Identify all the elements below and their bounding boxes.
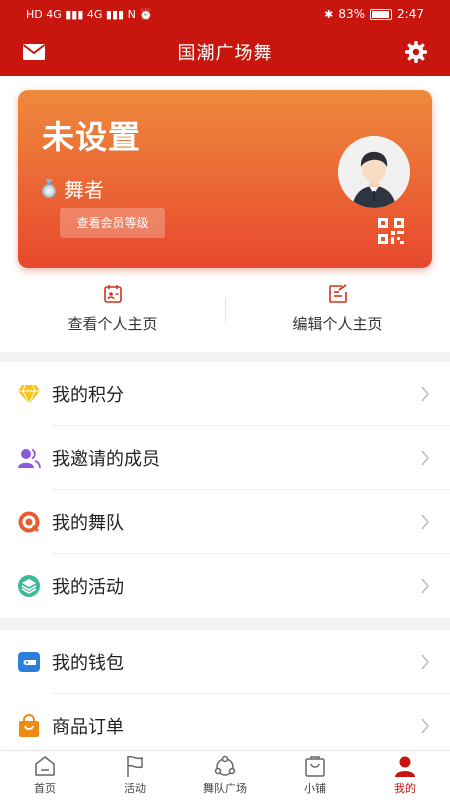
tab-home[interactable]: 首页 [0,751,90,800]
edit-profile-label: 编辑个人主页 [292,315,383,333]
home-icon [35,756,55,776]
menu-item-activities[interactable]: 我的活动 [0,554,450,618]
tab-activities[interactable]: 活动 [90,751,180,800]
profile-card[interactable]: 未设置 舞者 查看会员等级 [18,90,432,268]
tab-label-mine: 我的 [394,782,416,795]
menu-label-team: 我的舞队 [52,513,124,534]
mail-icon[interactable] [22,43,46,61]
menu-item-team[interactable]: 我的舞队 [0,490,450,554]
edit-profile-button[interactable]: 编辑个人主页 [225,270,450,350]
app-header: 国潮广场舞 [0,28,450,76]
quick-actions: 查看个人主页 编辑个人主页 [0,270,450,350]
menu-label-activities: 我的活动 [52,577,124,598]
clock: 2:47 [397,7,424,21]
profile-panel: 未设置 舞者 查看会员等级 查看个人主页 编辑个人主页 [0,76,450,352]
avatar-icon [338,136,410,208]
square-icon [214,755,236,776]
menu-label-wallet: 我的钱包 [52,653,124,674]
tab-label-team-square: 舞队广场 [203,782,247,795]
user-icon [395,756,415,777]
battery-percent: 83% [338,7,366,21]
wallet-icon [18,652,40,672]
menu-item-wallet[interactable]: 我的钱包 [0,630,450,694]
menu-item-orders[interactable]: 商品订单 [0,694,450,758]
edit-icon [328,284,347,303]
diamond-icon [18,384,40,406]
qr-code-icon[interactable] [378,218,404,244]
tab-mine[interactable]: 我的 [360,751,450,800]
menu-item-points[interactable]: 我的积分 [0,362,450,426]
menu-label-invited-members: 我邀请的成员 [52,449,160,470]
battery-icon [370,8,393,20]
shopping-bag-icon [19,714,39,737]
menu-group-commerce: 我的钱包 商品订单 [0,630,450,750]
tab-shop[interactable]: 小铺 [270,751,360,800]
chevron-right-icon [421,450,429,466]
tab-label-activities: 活动 [124,782,146,795]
medal-icon [41,178,57,198]
tab-team-square[interactable]: 舞队广场 [180,751,270,800]
quick-divider [225,298,226,322]
tab-label-shop: 小铺 [304,782,326,795]
nickname: 未设置 [42,118,142,156]
avatar[interactable] [338,136,410,208]
shop-icon [305,756,325,777]
role-label: 舞者 [64,178,104,202]
bluetooth-icon: ✱ [324,7,334,21]
page-title: 国潮广场舞 [177,43,273,64]
menu-label-points: 我的积分 [52,385,124,406]
role-row: 舞者 [40,174,104,203]
view-profile-label: 查看个人主页 [67,315,158,333]
menu-label-orders: 商品订单 [52,717,124,738]
chevron-right-icon [421,654,429,670]
menu-group-main: 我的积分 我邀请的成员 我的舞队 我的活动 [0,362,450,618]
members-icon [18,448,41,469]
tab-label-home: 首页 [34,782,56,795]
chevron-right-icon [421,386,429,402]
gear-icon[interactable] [404,40,428,64]
status-bar: HD 4G ▮▮▮ 4G ▮▮▮ N ⏰ ✱ 83% 2:47 [0,0,450,28]
view-profile-button[interactable]: 查看个人主页 [0,270,225,350]
menu-item-invited-members[interactable]: 我邀请的成员 [0,426,450,490]
view-level-button[interactable]: 查看会员等级 [60,208,165,238]
signal-indicators: HD 4G ▮▮▮ 4G ▮▮▮ N ⏰ [26,7,154,21]
bottom-tab-bar: 首页 活动 舞队广场 小铺 我的 [0,750,450,800]
chevron-right-icon [421,718,429,734]
team-icon [18,511,40,533]
flag-icon [127,755,143,777]
chevron-right-icon [421,578,429,594]
chevron-right-icon [421,514,429,530]
activity-icon [18,575,40,597]
profile-card-icon [103,285,122,303]
